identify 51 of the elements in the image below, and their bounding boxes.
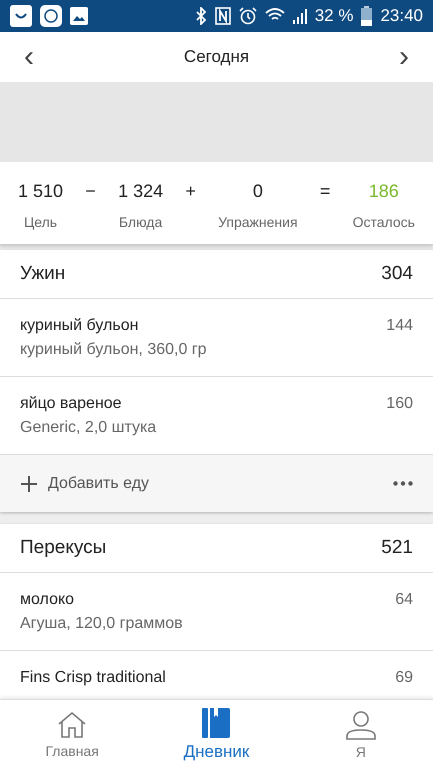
calorie-label: Цель — [24, 214, 58, 230]
calorie-label: Упражнения — [218, 214, 298, 230]
meal-calories: 304 — [381, 263, 413, 285]
book-icon — [202, 708, 230, 738]
battery-percent: 32 % — [314, 6, 354, 26]
app-icon — [10, 5, 32, 27]
home-icon — [57, 711, 88, 739]
next-day-button[interactable]: › — [393, 42, 415, 72]
food-entry[interactable]: молоко Агуша, 120,0 граммов 64 — [0, 573, 433, 651]
food-detail: куриный бульон, 360,0 гр — [20, 341, 207, 359]
food-name: Fins Crisp traditional — [20, 669, 166, 687]
operator-sign: + — [185, 180, 196, 202]
date-title: Сегодня — [184, 47, 250, 67]
calorie-label: Блюда — [118, 214, 162, 230]
calorie-value: 1 510 — [18, 181, 64, 202]
clock-time: 23:40 — [380, 6, 423, 26]
calorie-value: 1 324 — [118, 181, 164, 202]
nfc-icon — [214, 7, 231, 25]
calorie-value: 0 — [252, 181, 263, 202]
food-name: яйцо вареное — [20, 395, 123, 413]
food-name: куриный бульон — [20, 317, 140, 335]
calorie-value: 186 — [368, 181, 399, 202]
meal-title: Ужин — [20, 263, 66, 285]
bluetooth-icon — [194, 7, 207, 25]
food-entry[interactable]: куриный бульон куриный бульон, 360,0 гр 144 — [0, 299, 433, 377]
nav-tab[interactable]: Главная — [0, 700, 144, 770]
more-icon — [393, 481, 413, 486]
food-calories: 160 — [386, 395, 413, 414]
app-icon — [40, 5, 62, 27]
plus-icon — [20, 474, 38, 492]
food-calories: 144 — [386, 317, 413, 336]
battery-icon — [361, 6, 372, 26]
image-icon — [70, 7, 88, 25]
add-food-button[interactable]: Добавить еду — [20, 474, 150, 492]
alarm-icon — [238, 7, 257, 25]
signal-icon — [292, 8, 307, 24]
food-detail: Generic, 2,0 штука — [20, 419, 156, 437]
person-icon — [346, 710, 376, 740]
calorie-label: Осталось — [352, 214, 415, 230]
operator-sign: = — [320, 180, 330, 202]
food-calories: 64 — [395, 591, 413, 610]
food-calories: 69 — [395, 669, 413, 688]
nav-tab[interactable]: Я — [288, 700, 433, 770]
more-button[interactable] — [393, 481, 413, 486]
operator-sign: − — [85, 180, 96, 202]
nav-tab[interactable]: Дневник — [144, 700, 289, 770]
food-detail: Агуша, 120,0 граммов — [20, 615, 183, 633]
meal-calories: 521 — [381, 537, 413, 559]
previous-day-button[interactable]: ‹ — [18, 42, 40, 72]
food-name: молоко — [20, 591, 76, 609]
meal-title: Перекусы — [20, 537, 106, 559]
